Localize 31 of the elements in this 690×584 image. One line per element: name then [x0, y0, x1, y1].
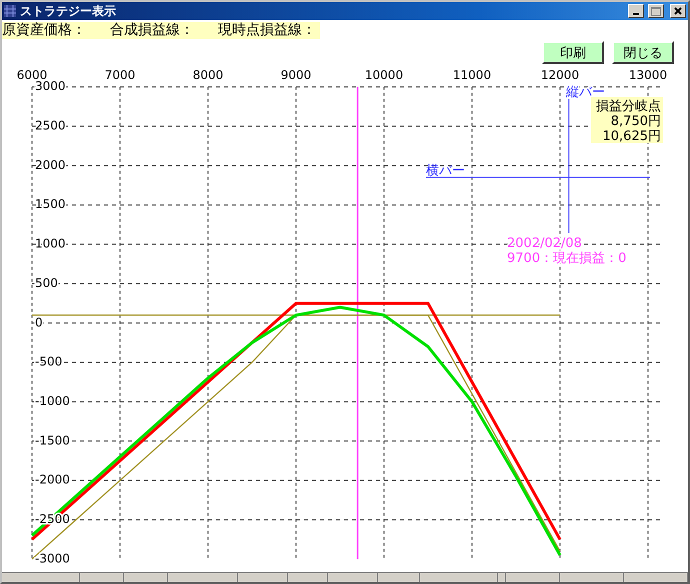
- y-tick-label: 3000: [35, 79, 66, 94]
- y-tick-label: 1500: [35, 197, 66, 212]
- x-tick-label: 8000: [192, 68, 224, 82]
- horizontal-bar-label: 横バー: [426, 163, 465, 178]
- y-tick-label: -3000: [35, 551, 70, 566]
- y-tick-label: -2000: [35, 472, 70, 487]
- y-tick-label: -500: [35, 354, 62, 369]
- y-tick-label: 0: [35, 315, 43, 330]
- y-tick-label: 500: [35, 276, 58, 290]
- cursor-date: 2002/02/08: [507, 236, 582, 251]
- x-tick-label: 11000: [452, 68, 492, 82]
- y-tick-label: 1000: [35, 236, 66, 251]
- breakeven-value: 8,750円: [610, 114, 661, 129]
- x-tick-label: 6000: [16, 68, 48, 82]
- y-tick-label: -1000: [35, 394, 70, 408]
- info-label: 合成損益線：: [110, 22, 218, 39]
- window-title: ストラテジー表示: [20, 2, 117, 20]
- info-label: 原資産価格：: [2, 22, 110, 39]
- info-label: 現時点損益線：: [218, 22, 320, 39]
- vertical-bar-label: 縦バー: [566, 84, 605, 100]
- cursor-reading: 9700：現在損益：0: [507, 251, 626, 266]
- x-tick-label: 10000: [364, 68, 404, 82]
- breakeven-title: 損益分岐点: [596, 99, 661, 114]
- x-tick-label: 13000: [628, 68, 668, 82]
- y-tick-label: 2500: [35, 118, 66, 133]
- y-tick-label: 2000: [35, 158, 66, 172]
- y-tick-label: -1500: [35, 433, 70, 448]
- x-tick-label: 12000: [540, 68, 580, 82]
- breakeven-value: 10,625円: [602, 129, 661, 144]
- x-tick-label: 7000: [104, 68, 136, 82]
- x-tick-label: 9000: [280, 68, 312, 82]
